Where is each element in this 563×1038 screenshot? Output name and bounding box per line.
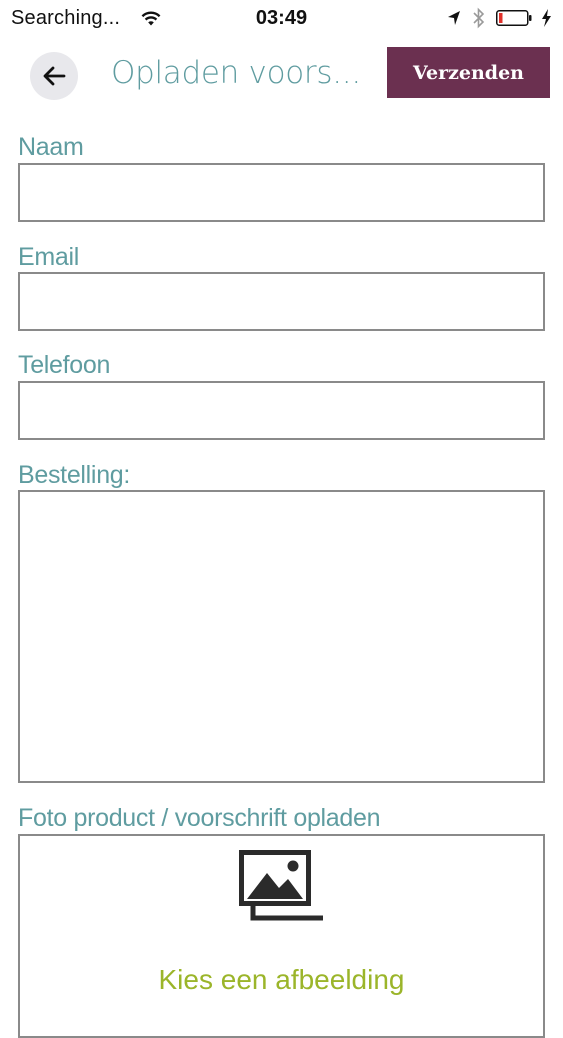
upload-label: Foto product / voorschrift opladen <box>18 804 381 832</box>
bluetooth-icon <box>473 7 485 29</box>
email-input[interactable] <box>20 274 543 329</box>
email-label: Email <box>18 243 80 271</box>
navigation-bar: Opladen voors... Verzenden <box>0 36 563 126</box>
image-picker[interactable]: Kies een afbeelding <box>18 834 545 1038</box>
name-input[interactable] <box>20 165 543 220</box>
order-label: Bestelling: <box>18 461 131 489</box>
battery-low-icon <box>496 10 532 26</box>
phone-input[interactable] <box>20 383 543 438</box>
order-textarea[interactable] <box>20 492 543 781</box>
status-bar: Searching... 03:49 <box>0 0 563 36</box>
email-field-box <box>18 272 545 331</box>
send-button[interactable]: Verzenden <box>387 47 550 98</box>
page-title: Opladen voors... <box>111 55 361 91</box>
phone-field-box <box>18 381 545 440</box>
phone-label: Telefoon <box>18 351 111 379</box>
arrow-left-icon <box>43 66 66 86</box>
choose-image-text: Kies een afbeelding <box>158 964 405 995</box>
order-field-box <box>18 490 545 783</box>
name-field-box <box>18 163 545 222</box>
location-arrow-icon <box>448 11 460 25</box>
name-label: Naam <box>18 133 84 161</box>
charging-bolt-icon <box>542 9 551 27</box>
back-button[interactable] <box>30 52 78 100</box>
image-gallery-icon <box>239 850 323 921</box>
